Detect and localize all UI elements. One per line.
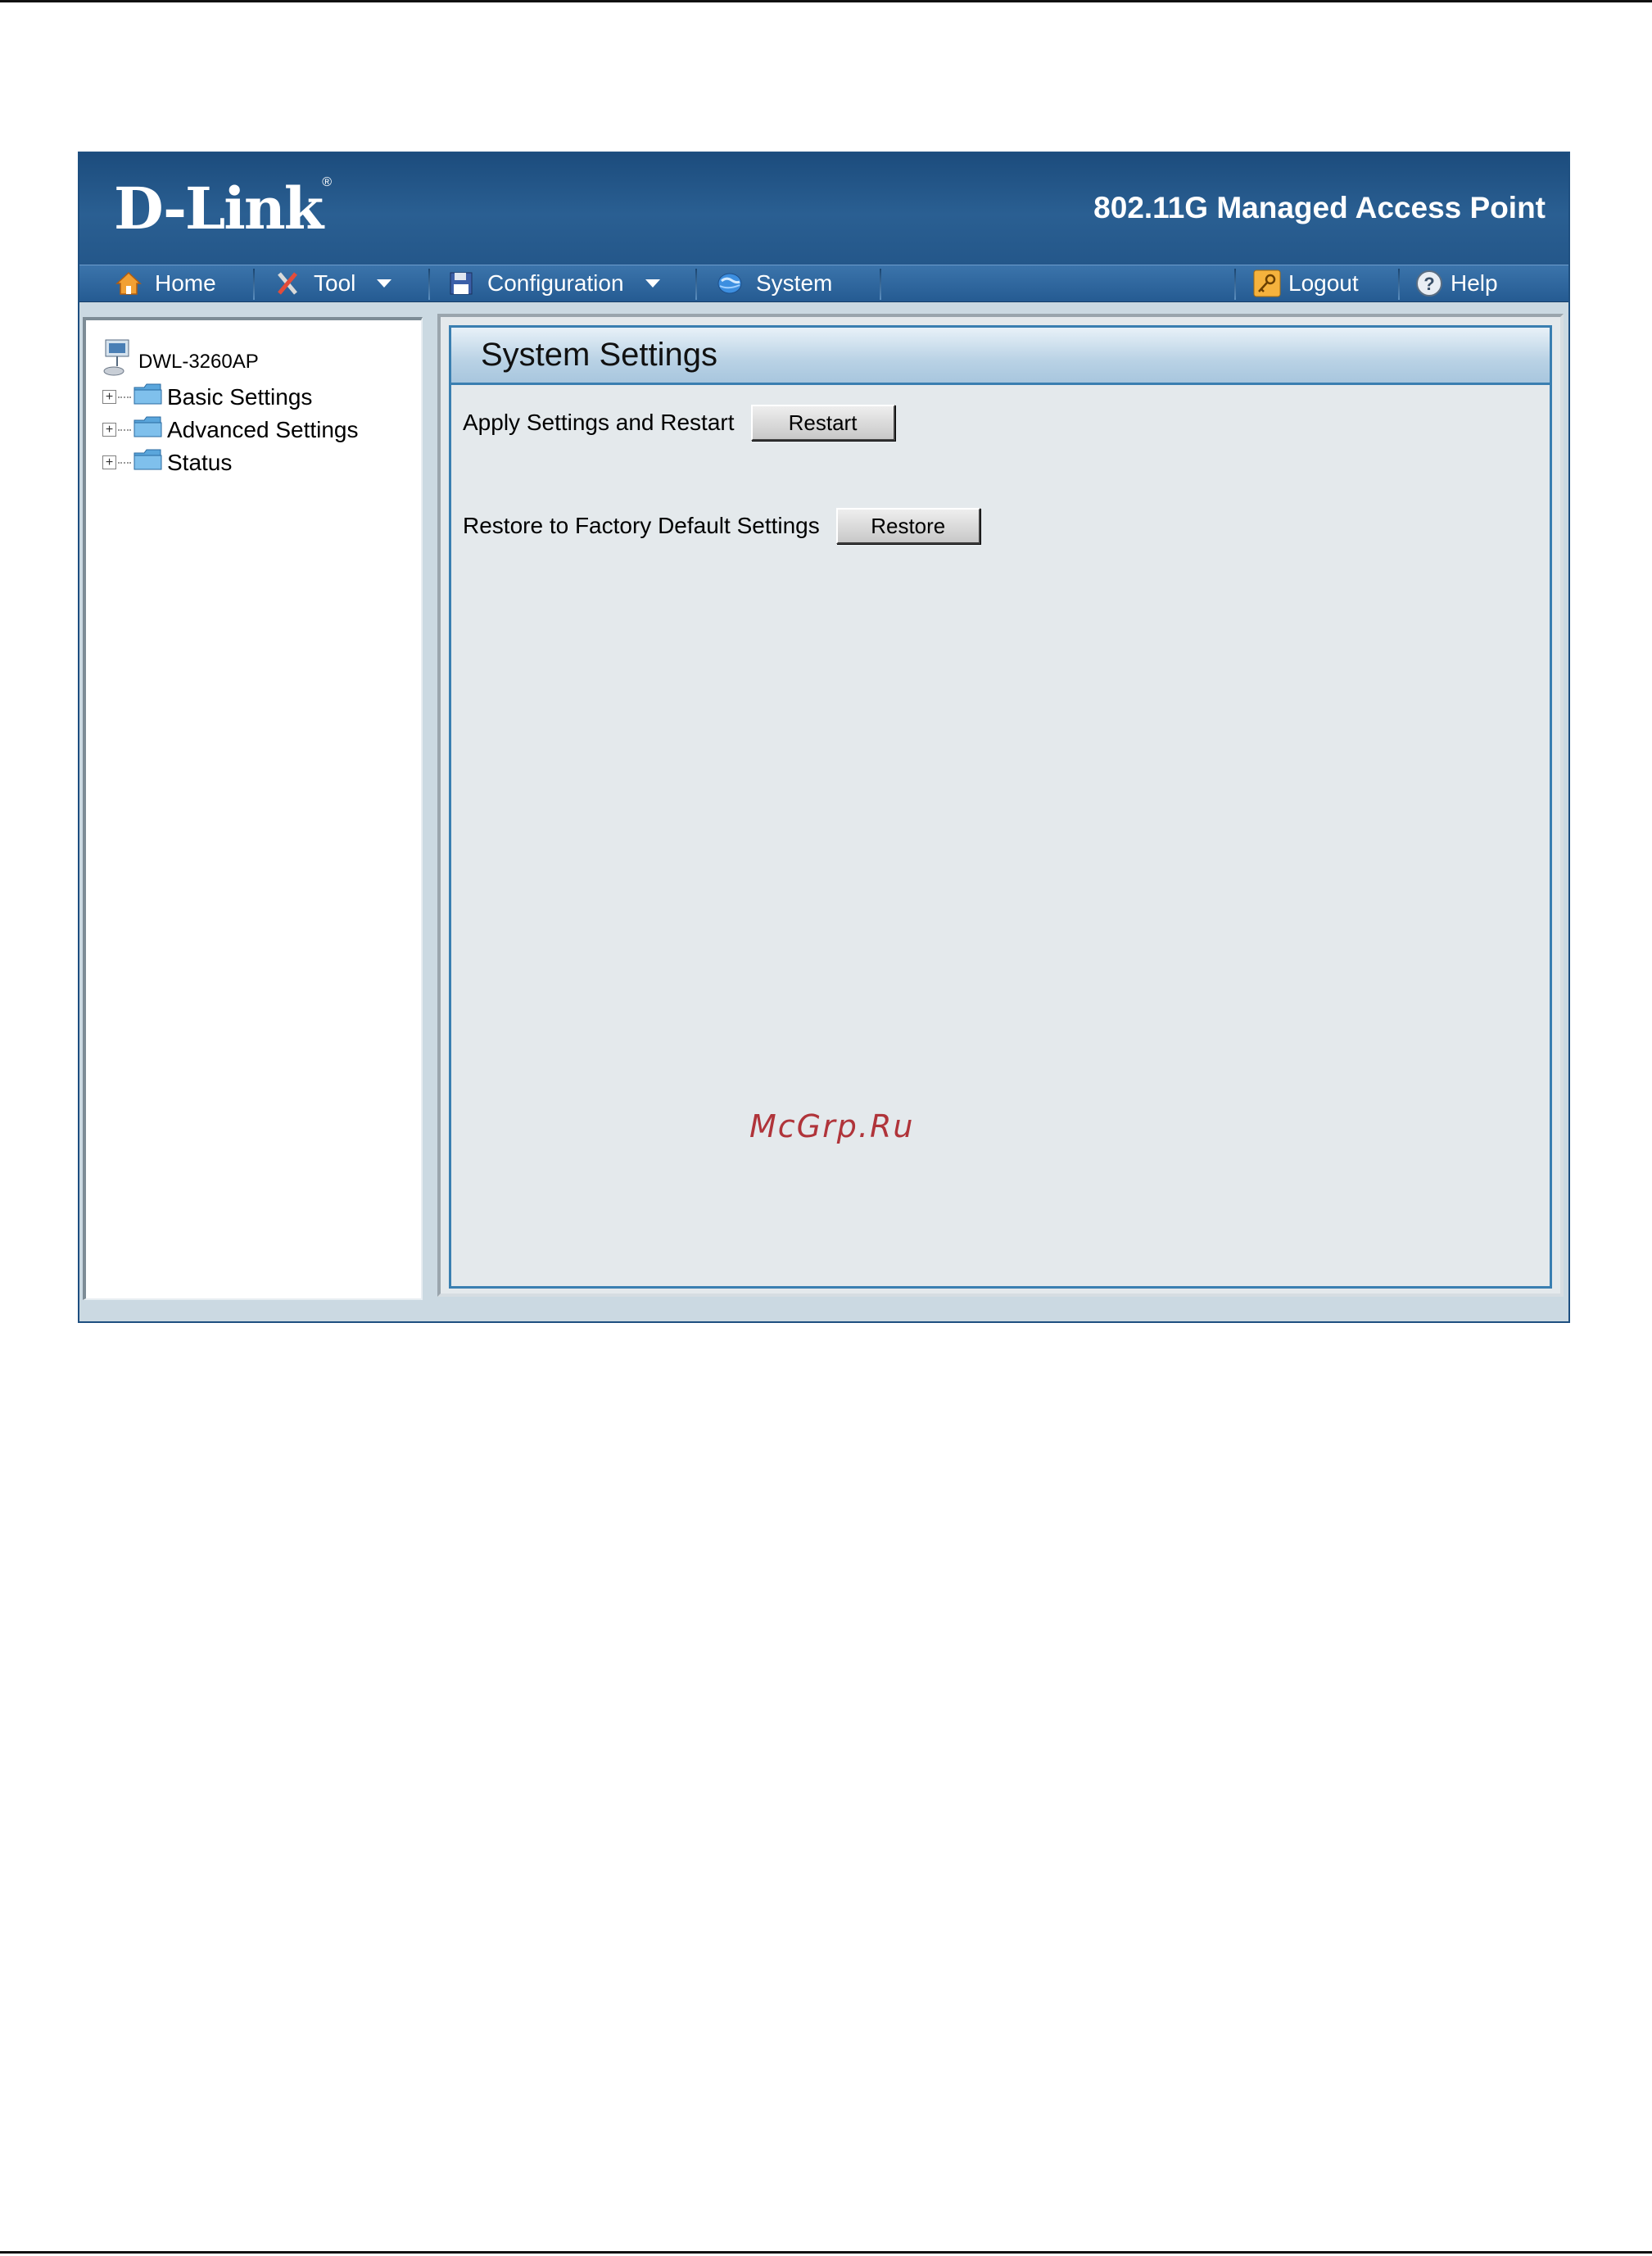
- svg-text:?: ?: [1423, 274, 1434, 294]
- page-top-rule: [0, 0, 1652, 2]
- nav-divider: [1234, 269, 1236, 300]
- tools-icon: [273, 269, 302, 298]
- nav-help[interactable]: ? Help: [1414, 265, 1498, 301]
- floppy-disk-icon: [446, 269, 476, 298]
- restart-button[interactable]: Restart: [750, 405, 895, 441]
- restart-row: Apply Settings and Restart Restart: [463, 405, 895, 441]
- help-icon: ?: [1414, 269, 1444, 298]
- watermark: McGrp.Ru: [749, 1108, 915, 1144]
- chevron-down-icon: [377, 279, 392, 288]
- tree-item-status[interactable]: + Status: [102, 446, 232, 478]
- page-bottom-rule: [0, 2251, 1652, 2254]
- nav-home[interactable]: Home: [114, 265, 216, 301]
- page-title: System Settings: [451, 328, 1550, 385]
- admin-window: D-Link® 802.11G Managed Access Point Hom…: [78, 152, 1570, 1323]
- product-title: 802.11G Managed Access Point: [1093, 191, 1546, 224]
- tree-item-label: Advanced Settings: [167, 416, 359, 442]
- tree-item-basic-settings[interactable]: + Basic Settings: [102, 381, 312, 413]
- header-banner: D-Link® 802.11G Managed Access Point: [79, 153, 1568, 265]
- chevron-down-icon: [645, 279, 660, 288]
- restore-row: Restore to Factory Default Settings Rest…: [463, 508, 980, 544]
- restore-button[interactable]: Restore: [835, 508, 980, 544]
- nav-configuration[interactable]: Configuration: [446, 265, 660, 301]
- tree-item-advanced-settings[interactable]: + Advanced Settings: [102, 414, 359, 446]
- tree-item-label: Basic Settings: [167, 383, 313, 410]
- content-frame: System Settings Apply Settings and Resta…: [437, 314, 1564, 1297]
- nav-tool[interactable]: Tool: [273, 265, 392, 301]
- registered-mark: ®: [322, 174, 332, 189]
- tree-connector: [118, 396, 131, 398]
- access-point-icon: [102, 338, 135, 385]
- expand-icon[interactable]: +: [102, 455, 116, 469]
- tree-connector: [118, 428, 131, 431]
- nav-logout-label: Logout: [1288, 270, 1359, 296]
- nav-configuration-label: Configuration: [487, 270, 624, 296]
- home-icon: [114, 269, 143, 298]
- tree-item-label: Status: [167, 449, 233, 475]
- expand-icon[interactable]: +: [102, 423, 116, 437]
- nav-divider: [695, 269, 697, 300]
- key-icon: [1252, 269, 1282, 298]
- nav-divider: [428, 269, 430, 300]
- folder-icon: [133, 446, 164, 478]
- main-navbar: Home Tool Configuration System Logout ? …: [79, 265, 1568, 302]
- tree-root-device[interactable]: DWL-3260AP: [102, 338, 259, 385]
- tree-root-label: DWL-3260AP: [138, 350, 259, 373]
- restart-label: Apply Settings and Restart: [463, 410, 735, 435]
- nav-divider: [880, 269, 881, 300]
- nav-divider: [1398, 269, 1400, 300]
- nav-divider: [253, 269, 255, 300]
- dlink-logo: D-Link®: [114, 174, 332, 242]
- expand-icon[interactable]: +: [102, 390, 116, 404]
- nav-help-label: Help: [1451, 270, 1498, 296]
- folder-icon: [133, 414, 164, 446]
- nav-logout[interactable]: Logout: [1252, 265, 1359, 301]
- folder-icon: [133, 381, 164, 413]
- nav-tool-label: Tool: [314, 270, 356, 296]
- logo-text: D-Link: [114, 174, 324, 242]
- navigation-tree: DWL-3260AP + Basic Settings + Advanced S…: [83, 317, 423, 1300]
- restore-label: Restore to Factory Default Settings: [463, 513, 820, 538]
- globe-icon: [715, 269, 745, 298]
- nav-system-label: System: [756, 270, 833, 296]
- system-settings-panel: System Settings Apply Settings and Resta…: [449, 325, 1552, 1289]
- nav-system[interactable]: System: [715, 265, 832, 301]
- tree-connector: [118, 461, 131, 464]
- nav-home-label: Home: [155, 270, 216, 296]
